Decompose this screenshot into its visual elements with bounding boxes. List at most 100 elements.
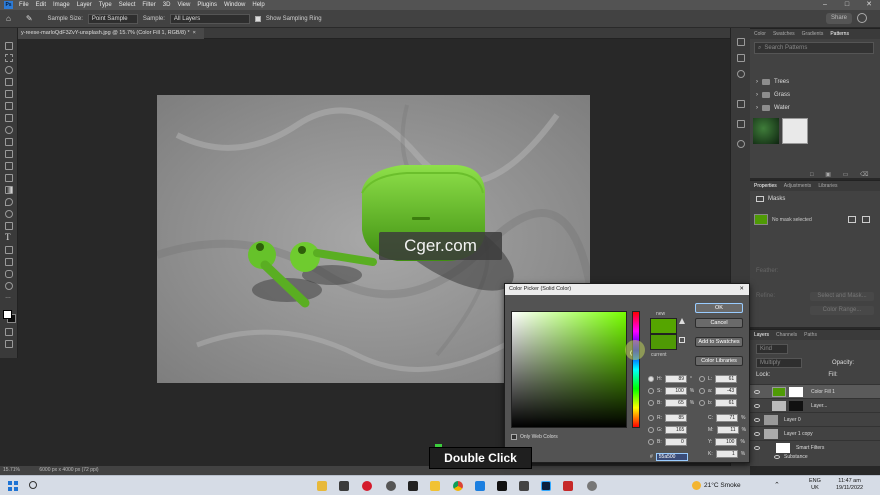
hex-input[interactable]: 55a500 [655,453,688,461]
lab-b-radio[interactable] [699,400,705,406]
tab-properties[interactable]: Properties [754,183,777,189]
photoshop-taskbar-icon[interactable] [541,481,551,491]
opera-icon[interactable] [362,481,372,491]
layer-1-copy[interactable]: Layer 1 copy [750,426,880,440]
visibility-eye-icon[interactable] [754,403,760,408]
capcut-icon[interactable] [497,481,507,491]
add-to-swatches-button[interactable]: Add to Swatches [695,337,743,347]
frame-tool-icon[interactable] [5,102,13,110]
app-icon-circle[interactable] [587,481,597,491]
lab-a-input[interactable]: -43 [715,387,738,395]
menu-filter[interactable]: Filter [142,2,155,8]
hand-tool-icon[interactable] [5,270,13,278]
sample-size-select[interactable]: Point Sample [87,13,138,24]
share-button[interactable]: Share [826,13,852,24]
maximize-icon[interactable]: □ [836,0,858,10]
brightness-radio[interactable] [648,400,654,406]
language-indicator[interactable]: ENG UK [809,478,821,492]
recorder-icon[interactable] [386,481,396,491]
green-radio[interactable] [648,427,654,433]
tab-swatches[interactable]: Swatches [773,31,795,37]
files-app-icon[interactable] [339,481,349,491]
menu-image[interactable]: Image [53,2,70,8]
pen-tool-icon[interactable] [5,222,13,230]
hue-radio[interactable] [648,376,654,382]
tab-color[interactable]: Color [754,31,766,37]
folder-trees[interactable]: › Trees [750,79,870,85]
only-web-colors-checkbox[interactable] [511,434,517,440]
add-pixel-mask-icon[interactable] [848,216,856,223]
menu-plugins[interactable]: Plugins [197,2,217,8]
hue-slider[interactable] [632,311,640,428]
substance-filter-row[interactable]: Substance [750,452,880,462]
red-input[interactable]: 85 [665,414,687,422]
app-icon-red[interactable] [563,481,573,491]
ok-button[interactable]: OK [695,303,743,313]
quick-mask-icon[interactable] [5,328,13,336]
visibility-eye-icon[interactable] [754,389,760,394]
clock[interactable]: 11:47 am 19/11/2022 [836,478,863,492]
taskbar-search-icon[interactable] [29,481,37,489]
brush-tool-icon[interactable] [5,138,13,146]
web-safe-warning-icon[interactable] [679,337,685,343]
tray-chevron-icon[interactable]: ⌃ [774,481,780,489]
eyedropper-tool-icon[interactable]: ✎ [26,14,33,23]
green-input[interactable]: 165 [665,426,688,434]
yellow-input[interactable]: 100 [715,438,738,446]
hue-input[interactable]: 89 [665,375,687,383]
move-tool-icon[interactable] [5,42,13,50]
marquee-tool-icon[interactable] [5,54,13,62]
file-explorer-icon[interactable] [317,481,327,491]
eyedropper-icon[interactable] [5,114,13,122]
tab-adjustments[interactable]: Adjustments [784,183,812,189]
show-sampling-ring-checkbox[interactable] [254,15,261,22]
app-icon-dark[interactable] [519,481,529,491]
out-of-gamut-warning-icon[interactable] [679,318,685,324]
screen-mode-icon[interactable] [5,340,13,348]
menu-3d[interactable]: 3D [163,2,171,8]
menu-view[interactable]: View [177,2,190,8]
dialog-close-icon[interactable]: ✕ [739,284,744,295]
folder-grass[interactable]: › Grass [750,92,870,98]
foreground-color-swatch[interactable] [3,310,12,319]
lab-l-radio[interactable] [699,376,705,382]
zoom-level[interactable]: 15.71% [3,467,20,473]
menu-edit[interactable]: Edit [36,2,46,8]
edit-toolbar-icon[interactable]: … [5,294,13,302]
black-input[interactable]: 1 [715,450,738,458]
cancel-button[interactable]: Cancel [695,318,743,328]
clone-stamp-icon[interactable] [5,150,13,158]
visibility-eye-icon[interactable] [754,431,760,436]
close-icon[interactable]: ✕ [858,0,880,10]
patterns-search-input[interactable]: ⌕ Search Patterns [754,42,874,54]
tab-close-icon[interactable]: × [193,30,196,36]
layer-0[interactable]: Layer 0 [750,412,880,426]
folder-app-icon[interactable] [430,481,440,491]
dodge-tool-icon[interactable] [5,210,13,218]
search-icon[interactable] [857,13,867,23]
menu-type[interactable]: Type [99,2,112,8]
minimize-icon[interactable]: – [814,0,836,10]
kind-filter-select[interactable]: Kind [756,344,788,354]
magenta-input[interactable]: 11 [716,426,739,434]
blend-mode-select[interactable]: Multiply [756,358,802,368]
blur-tool-icon[interactable] [5,198,13,206]
color-range-button[interactable]: Color Range... [810,306,874,315]
home-icon[interactable]: ⌂ [6,14,11,23]
menu-window[interactable]: Window [224,2,245,8]
pattern-thumbnail-document[interactable] [782,118,808,144]
brightness-input[interactable]: 65 [664,399,687,407]
menu-file[interactable]: File [19,2,29,8]
app-icon-blue-pen[interactable] [475,481,485,491]
history-brush-icon[interactable] [5,162,13,170]
tab-layers[interactable]: Layers [754,332,769,338]
gradient-tool-icon[interactable] [5,186,13,194]
select-and-mask-button[interactable]: Select and Mask... [810,292,874,301]
rectangle-tool-icon[interactable] [5,258,13,266]
menu-layer[interactable]: Layer [77,2,92,8]
zoom-tool-icon[interactable] [5,282,13,290]
quick-select-tool-icon[interactable] [5,78,13,86]
red-radio[interactable] [648,415,654,421]
saturation-input[interactable]: 100 [664,387,687,395]
menu-help[interactable]: Help [252,2,264,8]
